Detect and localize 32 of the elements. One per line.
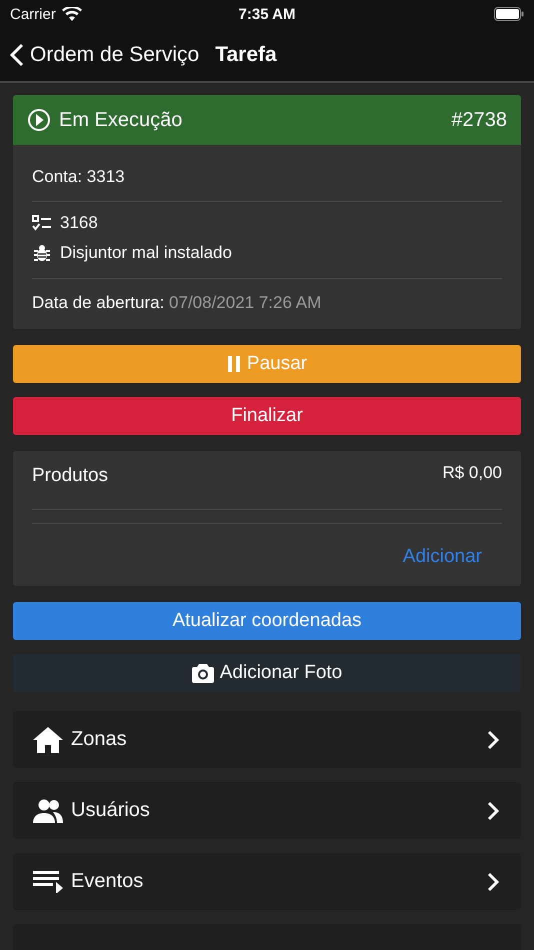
- battery-icon: [494, 7, 524, 21]
- detail-text: Disjuntor mal instalado: [60, 243, 232, 263]
- checklist-icon: [32, 214, 52, 232]
- list-icon: [33, 870, 63, 892]
- finish-button[interactable]: Finalizar: [13, 397, 521, 435]
- back-button[interactable]: Ordem de Serviço: [10, 42, 200, 66]
- add-photo-button[interactable]: Adicionar Foto: [13, 654, 521, 692]
- page-title: Tarefa: [215, 42, 277, 66]
- chevron-right-icon: [487, 800, 499, 820]
- camera-icon: [192, 664, 214, 682]
- home-icon: [33, 726, 63, 752]
- chevron-right-icon: [487, 730, 499, 750]
- detail-text: 3168: [60, 213, 98, 233]
- status-label: Em Execução: [59, 108, 182, 132]
- bug-icon: [32, 243, 52, 263]
- wifi-icon: [62, 7, 82, 21]
- users-icon: [33, 798, 63, 822]
- carrier-label: Carrier: [10, 6, 56, 22]
- account-label: Conta: 3313: [32, 167, 126, 187]
- task-number: #2738: [451, 108, 507, 132]
- clock-time: 7:35 AM: [238, 6, 296, 22]
- menu-item[interactable]: Usuários: [13, 782, 521, 839]
- products-title: Produtos: [32, 464, 108, 487]
- pause-icon: [226, 356, 241, 372]
- chevron-right-icon: [487, 872, 499, 892]
- menu-item[interactable]: Zonas: [13, 711, 521, 768]
- opening-date-label: Data de abertura: 07/08/2021 7:26 AM: [32, 293, 322, 313]
- menu-item[interactable]: Eventos: [13, 853, 521, 910]
- products-total: R$ 0,00: [442, 463, 502, 483]
- play-circle-icon: [27, 108, 51, 132]
- chevron-left-icon: [10, 42, 24, 66]
- update-coordinates-button[interactable]: Atualizar coordenadas: [13, 602, 521, 640]
